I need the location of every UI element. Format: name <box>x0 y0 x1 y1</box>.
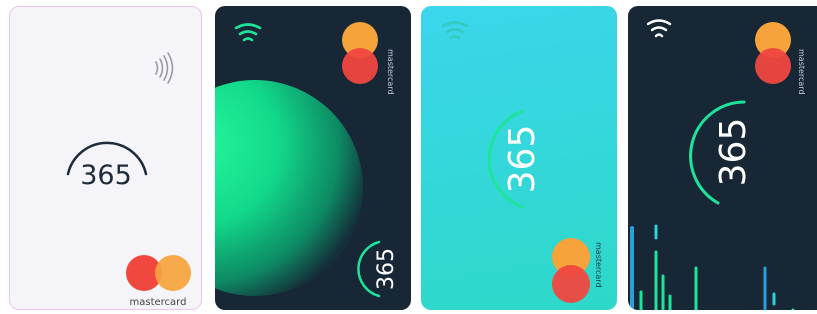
card-light: 365 mastercard <box>9 6 202 310</box>
card-dark-bars: mastercard 365 <box>628 6 817 310</box>
contactless-icon <box>441 21 469 40</box>
card-number: 365 <box>713 118 754 187</box>
mastercard-logo-icon <box>126 255 191 291</box>
contactless-icon <box>155 52 174 84</box>
mastercard-logo-icon <box>342 22 378 84</box>
card-cyan-art: 365 mastercard <box>441 21 603 303</box>
mastercard-logo-icon <box>755 22 791 84</box>
card-dark-sphere-art: mastercard 365 <box>215 22 399 298</box>
brand-label: mastercard <box>594 242 603 288</box>
card-number: 365 <box>374 248 399 290</box>
mastercard-logo-icon <box>552 238 590 303</box>
card-dark-sphere: mastercard 365 <box>215 6 411 310</box>
bars-graphic <box>630 224 795 310</box>
contactless-icon <box>646 19 672 38</box>
card-cyan: 365 mastercard <box>421 6 617 310</box>
contactless-icon <box>234 23 262 42</box>
brand-label: mastercard <box>386 49 395 95</box>
card-number: 365 <box>80 160 132 191</box>
brand-label: mastercard <box>797 49 806 95</box>
sphere-graphic <box>215 80 363 296</box>
card-light-art: 365 mastercard <box>66 52 191 308</box>
brand-label: mastercard <box>130 297 187 308</box>
card-dark-bars-art: mastercard 365 <box>630 19 806 310</box>
card-number: 365 <box>502 125 543 194</box>
